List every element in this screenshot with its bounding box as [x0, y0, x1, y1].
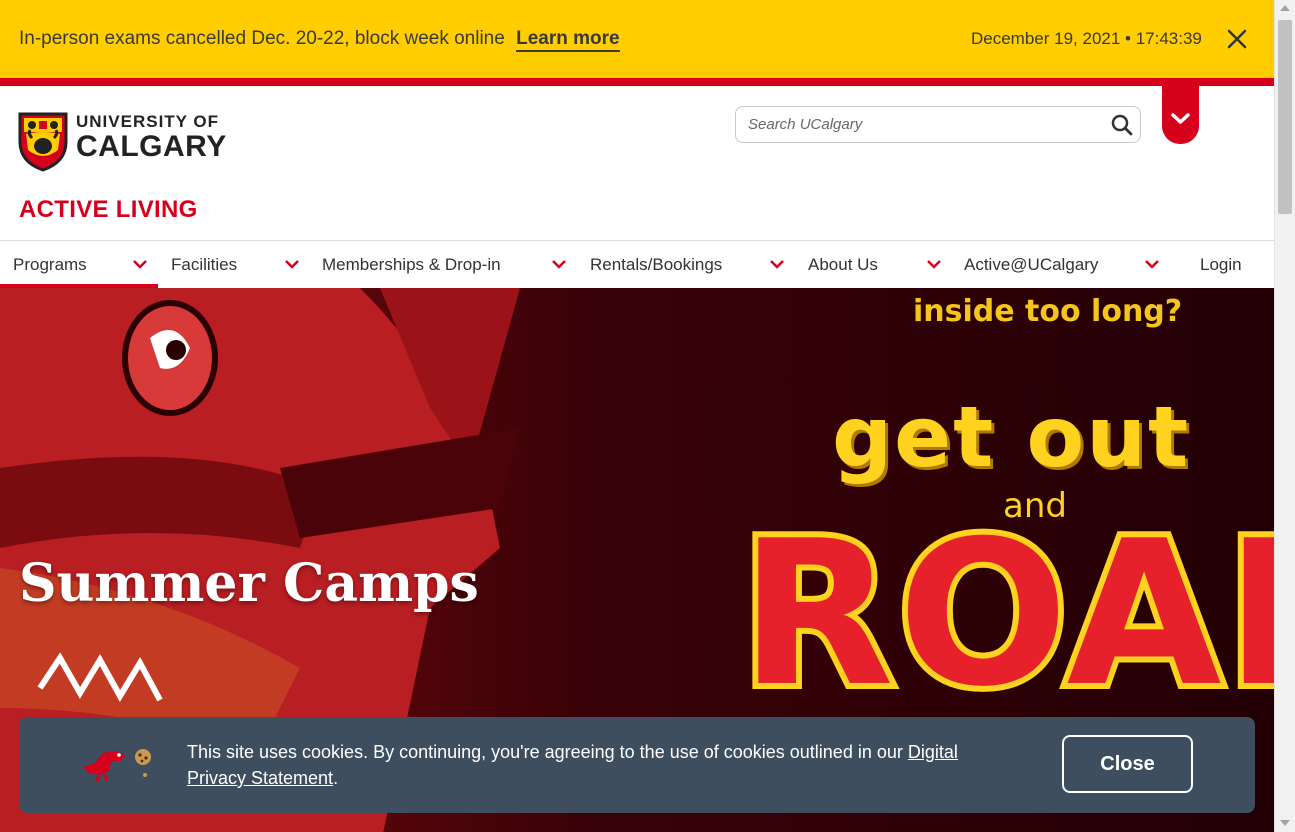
crest-icon — [18, 112, 68, 172]
logo-line2: CALGARY — [76, 130, 227, 163]
cookie-text-before: This site uses cookies. By continuing, y… — [187, 742, 908, 762]
nav-item-active-ucalgary[interactable]: Active@UCalgary — [952, 241, 1170, 288]
logo-wordmark: UNIVERSITY OF CALGARY — [76, 112, 227, 162]
alert-message: In-person exams cancelled Dec. 20-22, bl… — [19, 28, 505, 49]
poster-roar-text: ROAR — [734, 492, 1274, 737]
nav-item-memberships[interactable]: Memberships & Drop-in — [310, 241, 578, 288]
chevron-down-icon — [133, 260, 147, 269]
nav-item-login[interactable]: Login — [1188, 241, 1268, 288]
close-icon[interactable] — [1225, 27, 1249, 51]
dino-cookie-icon — [83, 749, 151, 781]
main-nav: Programs Facilities Memberships & Drop-i… — [0, 240, 1274, 289]
chevron-down-icon — [770, 260, 784, 269]
scrollbar[interactable] — [1274, 0, 1295, 832]
alert-message-container: In-person exams cancelled Dec. 20-22, bl… — [19, 28, 620, 52]
chevron-down-icon — [1171, 113, 1190, 124]
cookie-message: This site uses cookies. By continuing, y… — [187, 739, 1017, 791]
alert-learn-more-link[interactable]: Learn more — [516, 28, 620, 52]
alert-banner: In-person exams cancelled Dec. 20-22, bl… — [0, 0, 1274, 86]
poster-headline: get out — [832, 388, 1191, 486]
logo-line1: UNIVERSITY OF — [76, 112, 220, 131]
chevron-down-icon — [1145, 260, 1159, 269]
search-icon[interactable] — [1110, 113, 1134, 137]
cookie-banner: This site uses cookies. By continuing, y… — [19, 717, 1255, 813]
nav-item-label: Facilities — [171, 255, 238, 274]
nav-item-about-us[interactable]: About Us — [796, 241, 952, 288]
nav-item-label: Rentals/Bookings — [590, 255, 723, 274]
page-title: Summer Camps — [19, 553, 479, 614]
poster-tagline: inside too long? — [913, 294, 1183, 329]
nav-item-label: About Us — [808, 255, 878, 274]
scrollbar-thumb[interactable] — [1278, 20, 1292, 214]
nav-item-label: Memberships & Drop-in — [322, 255, 501, 274]
scroll-down-arrow-icon[interactable] — [1280, 820, 1290, 826]
site-title[interactable]: ACTIVE LIVING — [19, 196, 198, 224]
alert-datetime: December 19, 2021 • 17:43:39 — [971, 29, 1202, 48]
university-logo[interactable]: UNIVERSITY OF CALGARY — [18, 110, 243, 172]
cookie-text-after: . — [333, 768, 339, 788]
cookie-close-button[interactable]: Close — [1062, 735, 1193, 793]
menu-toggle-button[interactable] — [1162, 86, 1199, 144]
chevron-down-icon — [927, 260, 941, 269]
nav-item-label: Programs — [13, 255, 87, 274]
nav-item-programs[interactable]: Programs — [0, 241, 158, 288]
nav-item-facilities[interactable]: Facilities — [158, 241, 310, 288]
page-viewport: In-person exams cancelled Dec. 20-22, bl… — [0, 0, 1274, 832]
chevron-down-icon — [285, 260, 299, 269]
nav-item-rentals[interactable]: Rentals/Bookings — [578, 241, 796, 288]
nav-item-label: Login — [1200, 255, 1242, 274]
chevron-down-icon — [552, 260, 566, 269]
search-input[interactable] — [748, 107, 1098, 142]
nav-item-label: Active@UCalgary — [964, 255, 1099, 274]
search-box — [735, 106, 1141, 143]
scroll-up-arrow-icon[interactable] — [1280, 5, 1290, 11]
